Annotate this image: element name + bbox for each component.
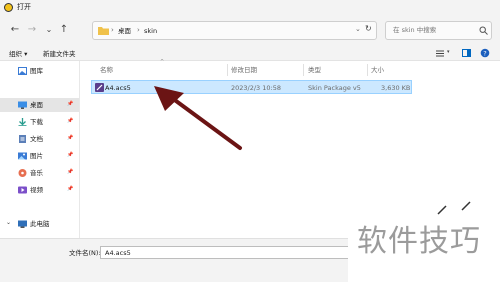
refresh-icon[interactable]: ↻ — [365, 24, 372, 33]
sidebar-item-pictures[interactable]: 图片 📌 — [0, 149, 79, 163]
column-header-type[interactable]: 类型 — [308, 65, 321, 75]
sidebar-item-downloads[interactable]: 下载 📌 — [0, 115, 79, 129]
organize-button[interactable]: 组织 ▾ — [9, 49, 27, 59]
column-divider[interactable] — [303, 64, 304, 76]
computer-icon — [18, 220, 27, 228]
search-placeholder: 在 skin 中搜索 — [393, 26, 437, 34]
address-dropdown-icon[interactable]: ⌄ — [355, 25, 361, 33]
up-button[interactable]: ↑ — [58, 24, 70, 36]
file-row[interactable]: A4.acs5 2023/2/3 10:58 Skin Package v5 3… — [91, 80, 412, 94]
forward-button[interactable]: → — [26, 24, 38, 36]
pin-icon[interactable]: 📌 — [67, 152, 73, 158]
sidebar-item-desktop[interactable]: 桌面 📌 — [0, 98, 79, 112]
file-type: Skin Package v5 — [308, 84, 361, 92]
column-header-name[interactable]: 名称 — [100, 65, 113, 75]
help-icon[interactable]: ? — [480, 48, 490, 58]
file-size: 3,630 KB — [381, 84, 411, 92]
address-bar[interactable]: › 桌面 › skin ⌄ ↻ — [92, 21, 377, 40]
annotation-arrow — [154, 86, 242, 150]
view-options-icon[interactable] — [436, 50, 444, 57]
pane-splitter[interactable] — [79, 61, 80, 238]
pictures-icon — [18, 152, 27, 160]
file-name: A4.acs5 — [105, 84, 131, 92]
breadcrumb-separator: › — [137, 26, 140, 34]
desktop-icon — [18, 101, 27, 109]
breadcrumb-desktop[interactable]: 桌面 — [118, 26, 131, 36]
filename-input[interactable]: A4.acs5 — [100, 246, 354, 259]
preview-pane-icon[interactable] — [462, 49, 471, 57]
pin-icon[interactable]: 📌 — [67, 186, 73, 192]
column-divider[interactable] — [367, 64, 368, 76]
breadcrumb-separator: › — [111, 26, 114, 34]
pin-icon[interactable]: 📌 — [67, 135, 73, 141]
folder-icon — [98, 27, 109, 35]
recent-locations-button[interactable]: ⌄ — [43, 24, 55, 36]
navigation-pane: 图库 桌面 📌 下载 📌 文档 📌 图片 📌 音乐 📌 视频 📌 ⌄ 此电脑 — [0, 61, 79, 238]
download-icon — [18, 118, 27, 126]
pin-icon[interactable]: 📌 — [67, 118, 73, 124]
column-header-size[interactable]: 大小 — [371, 65, 384, 75]
document-icon — [19, 135, 26, 143]
music-icon — [18, 169, 27, 177]
sidebar-item-gallery[interactable]: 图库 — [0, 64, 79, 78]
video-icon — [18, 186, 27, 194]
search-icon — [479, 26, 488, 35]
svg-text:?: ? — [483, 49, 486, 57]
pin-icon[interactable]: 📌 — [67, 101, 73, 107]
sidebar-item-this-pc[interactable]: ⌄ 此电脑 — [0, 217, 79, 231]
column-divider[interactable] — [227, 64, 228, 76]
column-header-modified[interactable]: 修改日期 — [231, 65, 257, 75]
gallery-icon — [18, 67, 27, 75]
app-icon — [4, 3, 13, 12]
back-button[interactable]: ← — [9, 24, 21, 36]
view-dropdown-icon[interactable]: ▾ — [447, 49, 450, 55]
window-title: 打开 — [17, 3, 31, 11]
sort-indicator-icon: ^ — [160, 59, 165, 65]
breadcrumb-skin[interactable]: skin — [144, 26, 157, 36]
filename-label: 文件名(N): — [69, 249, 101, 257]
expand-chevron-icon[interactable]: ⌄ — [6, 219, 11, 226]
title-bar — [0, 0, 500, 15]
new-folder-button[interactable]: 新建文件夹 — [43, 49, 76, 59]
sidebar-item-videos[interactable]: 视频 📌 — [0, 183, 79, 197]
search-box[interactable]: 在 skin 中搜索 — [385, 21, 492, 40]
sidebar-item-music[interactable]: 音乐 📌 — [0, 166, 79, 180]
skin-file-icon — [95, 83, 104, 92]
filename-value: A4.acs5 — [105, 249, 131, 257]
watermark-text: 软件技巧 — [357, 224, 481, 259]
sidebar-item-documents[interactable]: 文档 📌 — [0, 132, 79, 146]
pin-icon[interactable]: 📌 — [67, 169, 73, 175]
